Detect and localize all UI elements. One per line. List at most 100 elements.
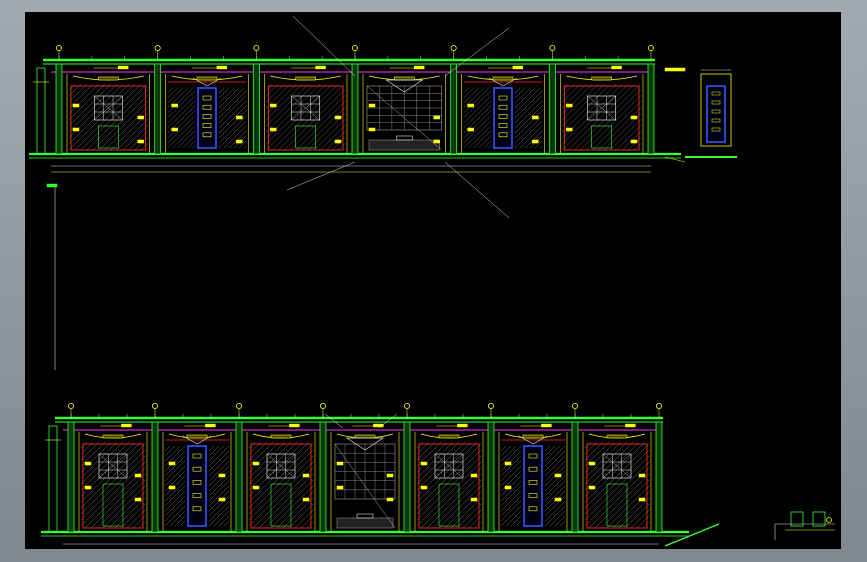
pilaster xyxy=(252,63,260,155)
door-frame xyxy=(82,443,144,529)
feature-door xyxy=(197,87,217,149)
annotation-tag xyxy=(566,127,573,132)
annotation-tag xyxy=(532,139,539,144)
grid-bubble xyxy=(648,45,655,52)
annotation-tag xyxy=(134,473,142,478)
annotation-tag xyxy=(302,473,310,478)
reference-tag xyxy=(46,183,58,188)
annotation-tag xyxy=(433,139,440,144)
door-frame xyxy=(586,443,648,529)
annotation-tag xyxy=(84,485,92,490)
pilaster xyxy=(647,63,655,155)
annotation-tag xyxy=(467,127,474,132)
perspective-line xyxy=(378,413,398,429)
detail-door xyxy=(706,85,726,143)
drawing-canvas[interactable] xyxy=(25,12,841,549)
grid-bubble xyxy=(487,402,494,409)
annotation-tag xyxy=(302,497,310,502)
annotation-tag xyxy=(134,497,142,502)
annotation-tag xyxy=(386,497,394,502)
annotation-tag xyxy=(336,461,344,466)
bay xyxy=(151,421,232,533)
annotation-tag xyxy=(566,103,573,108)
annotation-tag xyxy=(638,497,646,502)
annotation-tag xyxy=(336,485,344,490)
pilaster xyxy=(55,63,63,155)
annotation-tag xyxy=(588,461,596,466)
annotation-tag xyxy=(137,115,144,120)
bay xyxy=(235,421,316,533)
annotation-tag xyxy=(72,103,80,108)
grid-bubble xyxy=(68,402,75,409)
bay xyxy=(55,63,150,155)
annotation-tag xyxy=(236,139,243,144)
bay xyxy=(252,63,348,155)
annotation-tag xyxy=(84,461,92,466)
annotation-tag xyxy=(252,461,260,466)
bay xyxy=(351,63,446,155)
annotation-tag xyxy=(532,115,539,120)
grid-bubble xyxy=(154,45,161,52)
cad-drawing xyxy=(29,15,835,547)
bay xyxy=(319,421,400,533)
door-frame xyxy=(250,443,312,529)
annotation-tag xyxy=(168,485,176,490)
annotation-tag xyxy=(218,497,226,502)
grid-bubble xyxy=(152,402,159,409)
annotation-tag xyxy=(218,473,226,478)
annotation-tag xyxy=(252,485,260,490)
end-wall xyxy=(48,425,58,533)
annotation-tag xyxy=(171,127,178,132)
side-panel-detail xyxy=(664,67,737,163)
pilaster xyxy=(351,63,359,155)
grid-bubble xyxy=(656,402,663,409)
annotation-tag xyxy=(334,139,342,144)
feature-door xyxy=(493,87,513,149)
grid-bubble xyxy=(572,402,579,409)
pilaster xyxy=(548,63,556,155)
bay xyxy=(548,63,644,155)
reception-desk xyxy=(336,517,394,529)
grid-bubble xyxy=(55,45,62,52)
pilaster xyxy=(403,421,411,533)
annotation-tag xyxy=(630,115,638,120)
bay xyxy=(67,421,148,533)
bay xyxy=(450,63,545,155)
pilaster xyxy=(571,421,579,533)
annotation-tag xyxy=(470,497,478,502)
pilaster xyxy=(487,421,495,533)
annotation-tag xyxy=(137,139,144,144)
upper-elevation xyxy=(29,45,681,173)
grid-bubble xyxy=(403,402,410,409)
annotation-tag xyxy=(554,497,562,502)
grid-bubble xyxy=(351,45,358,52)
annotation-tag xyxy=(171,103,178,108)
pilaster xyxy=(655,421,663,533)
annotation-tag xyxy=(368,103,376,108)
annotation-tag xyxy=(420,485,428,490)
bay xyxy=(571,421,652,533)
pilaster xyxy=(319,421,327,533)
annotation-tag xyxy=(554,473,562,478)
grid-bubble xyxy=(235,402,242,409)
perspective-line xyxy=(444,161,510,219)
annotation-tag xyxy=(270,103,277,108)
annotation-tag xyxy=(630,139,638,144)
bay xyxy=(487,421,568,533)
perspective-line xyxy=(324,413,344,429)
pilaster xyxy=(450,63,458,155)
annotation-tag xyxy=(433,115,440,120)
end-wall xyxy=(36,67,46,155)
site-slope xyxy=(664,523,720,547)
annotation-tag xyxy=(72,127,80,132)
annotation-tag xyxy=(368,127,376,132)
annotation-tag xyxy=(588,485,596,490)
annotation-tag xyxy=(504,485,512,490)
lower-elevation xyxy=(41,402,689,545)
perspective-line xyxy=(444,27,510,77)
annotation-tag xyxy=(168,461,176,466)
pilaster xyxy=(235,421,243,533)
pilaster xyxy=(154,63,162,155)
grid-bubble xyxy=(450,45,457,52)
grid-bubble xyxy=(253,45,260,52)
